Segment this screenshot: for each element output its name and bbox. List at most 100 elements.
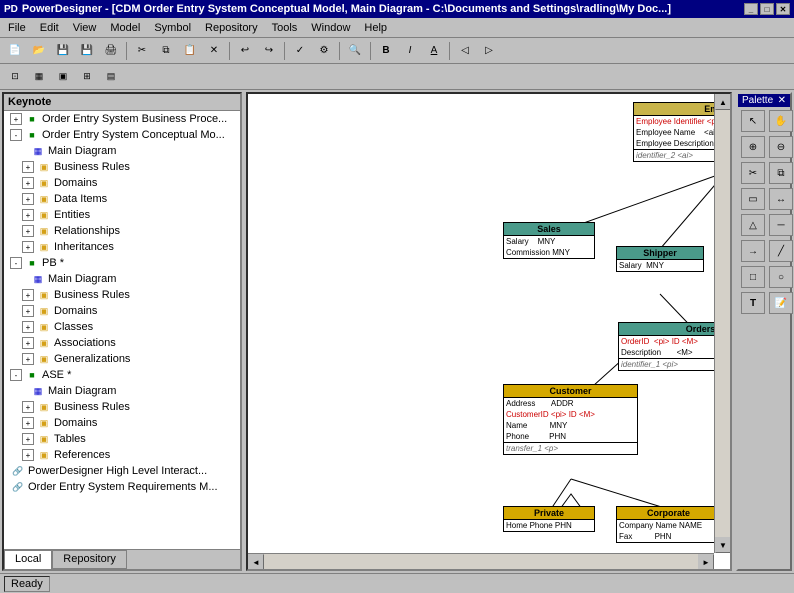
tb2-btn3[interactable]: ▣ [52, 67, 74, 87]
expand-order-conceptual[interactable]: - [10, 129, 22, 141]
tb-italic[interactable]: I [399, 41, 421, 61]
palette-zoom-out-tool[interactable]: ⊖ [769, 136, 793, 158]
menu-window[interactable]: Window [305, 19, 356, 37]
tb-print[interactable]: 🖨 [100, 41, 122, 61]
tab-repository[interactable]: Repository [52, 550, 127, 569]
palette-text-tool[interactable]: T [741, 292, 765, 314]
maximize-button[interactable]: □ [760, 3, 774, 15]
palette-ellipse-tool[interactable]: ○ [769, 266, 793, 288]
palette-pointer-tool[interactable]: ↖ [741, 110, 765, 132]
tree-item-pb[interactable]: - ■ PB * [4, 255, 240, 271]
tree-item-data-items[interactable]: + ▣ Data Items [4, 191, 240, 207]
tb-underline[interactable]: A [423, 41, 445, 61]
tb-redo[interactable]: ↪ [258, 41, 280, 61]
expand-inheritances[interactable]: + [22, 241, 34, 253]
tab-local[interactable]: Local [4, 550, 52, 569]
scroll-up-button[interactable]: ▲ [715, 94, 731, 110]
expand-br-pb[interactable]: + [22, 289, 34, 301]
tree-item-main-diagram-1[interactable]: ▦ Main Diagram [4, 143, 240, 159]
expand-data-items[interactable]: + [22, 193, 34, 205]
tree-item-main-diagram-ase[interactable]: ▦ Main Diagram [4, 383, 240, 399]
tb-save[interactable]: 💾 [52, 41, 74, 61]
tb2-btn5[interactable]: ▤ [100, 67, 122, 87]
tree-area[interactable]: + ■ Order Entry System Business Proce...… [4, 111, 240, 549]
expand-business-rules-1[interactable]: + [22, 161, 34, 173]
expand-dom-ase[interactable]: + [22, 417, 34, 429]
expand-pb[interactable]: - [10, 257, 22, 269]
palette-cut-tool[interactable]: ✂ [741, 162, 765, 184]
tb-copy[interactable]: ⧉ [155, 41, 177, 61]
expand-dom-pb[interactable]: + [22, 305, 34, 317]
diagram-scrollbar-horizontal[interactable]: ◄ ► [248, 553, 714, 569]
tree-item-domains-1[interactable]: + ▣ Domains [4, 175, 240, 191]
expand-relationships[interactable]: + [22, 225, 34, 237]
scroll-vertical-track[interactable] [715, 110, 730, 537]
diagram-scrollbar-vertical[interactable]: ▲ ▼ [714, 94, 730, 553]
tree-item-business-rules-pb[interactable]: + ▣ Business Rules [4, 287, 240, 303]
tree-item-order-conceptual[interactable]: - ■ Order Entry System Conceptual Mo... [4, 127, 240, 143]
menu-symbol[interactable]: Symbol [148, 19, 197, 37]
tree-item-order-requirements[interactable]: 🔗 Order Entry System Requirements M... [4, 479, 240, 495]
menu-edit[interactable]: Edit [34, 19, 65, 37]
tree-item-classes[interactable]: + ▣ Classes [4, 319, 240, 335]
tb-bold[interactable]: B [375, 41, 397, 61]
menu-file[interactable]: File [2, 19, 32, 37]
palette-arrow-tool[interactable]: → [741, 240, 765, 262]
scroll-down-button[interactable]: ▼ [715, 537, 731, 553]
tb-undo[interactable]: ↩ [234, 41, 256, 61]
tree-item-business-rules-1[interactable]: + ▣ Business Rules [4, 159, 240, 175]
tree-item-references[interactable]: + ▣ References [4, 447, 240, 463]
palette-inheritance-tool[interactable]: △ [741, 214, 765, 236]
close-button[interactable]: ✕ [776, 3, 790, 15]
tree-item-inheritances[interactable]: + ▣ Inheritances [4, 239, 240, 255]
tree-item-main-diagram-pb[interactable]: ▦ Main Diagram [4, 271, 240, 287]
tree-item-entities[interactable]: + ▣ Entities [4, 207, 240, 223]
tb-generate[interactable]: ⚙ [313, 41, 335, 61]
entity-corporate[interactable]: Corporate Company Name NAME Fax PHN [616, 506, 721, 543]
menu-view[interactable]: View [67, 19, 103, 37]
tree-item-order-business[interactable]: + ■ Order Entry System Business Proce... [4, 111, 240, 127]
tree-item-powerdesigner-high[interactable]: 🔗 PowerDesigner High Level Interact... [4, 463, 240, 479]
scroll-right-button[interactable]: ► [698, 554, 714, 570]
palette-relationship-tool[interactable]: ↔ [769, 188, 793, 210]
scroll-horizontal-track[interactable] [264, 554, 698, 569]
menu-model[interactable]: Model [104, 19, 146, 37]
tb2-btn2[interactable]: ▦ [28, 67, 50, 87]
tree-item-business-rules-ase[interactable]: + ▣ Business Rules [4, 399, 240, 415]
expand-tables[interactable]: + [22, 433, 34, 445]
tb-find[interactable]: 🔍 [344, 41, 366, 61]
palette-close-icon[interactable]: ✕ [778, 95, 786, 106]
tree-item-ase[interactable]: - ■ ASE * [4, 367, 240, 383]
tree-item-associations[interactable]: + ▣ Associations [4, 335, 240, 351]
tb2-btn4[interactable]: ⊞ [76, 67, 98, 87]
expand-entities[interactable]: + [22, 209, 34, 221]
tree-item-domains-ase[interactable]: + ▣ Domains [4, 415, 240, 431]
tree-item-domains-pb[interactable]: + ▣ Domains [4, 303, 240, 319]
tb-save-all[interactable]: 💾 [76, 41, 98, 61]
entity-private[interactable]: Private Home Phone PHN [503, 506, 595, 532]
tb-check[interactable]: ✓ [289, 41, 311, 61]
palette-entity-tool[interactable]: ▭ [741, 188, 765, 210]
tb-paste[interactable]: 📋 [179, 41, 201, 61]
tb-align-left[interactable]: ◁ [454, 41, 476, 61]
expand-ase[interactable]: - [10, 369, 22, 381]
palette-rect-tool[interactable]: □ [741, 266, 765, 288]
tb-align-right[interactable]: ▷ [478, 41, 500, 61]
tree-item-tables[interactable]: + ▣ Tables [4, 431, 240, 447]
menu-help[interactable]: Help [358, 19, 393, 37]
tb-open[interactable]: 📂 [28, 41, 50, 61]
expand-domains-1[interactable]: + [22, 177, 34, 189]
minimize-button[interactable]: _ [744, 3, 758, 15]
tree-item-relationships[interactable]: + ▣ Relationships [4, 223, 240, 239]
palette-note-tool[interactable]: 📝 [769, 292, 793, 314]
tree-item-generalizations[interactable]: + ▣ Generalizations [4, 351, 240, 367]
palette-copy-tool[interactable]: ⧉ [769, 162, 793, 184]
expand-references[interactable]: + [22, 449, 34, 461]
tb-cut[interactable]: ✂ [131, 41, 153, 61]
scroll-left-button[interactable]: ◄ [248, 554, 264, 570]
entity-customer[interactable]: Customer Address ADDR CustomerID <pi> ID… [503, 384, 638, 455]
palette-link-tool[interactable]: ─ [769, 214, 793, 236]
expand-br-ase[interactable]: + [22, 401, 34, 413]
tb2-btn1[interactable]: ⊡ [4, 67, 26, 87]
diagram-panel[interactable]: Employee Employee Identifier <pi> ID <M>… [246, 92, 732, 571]
